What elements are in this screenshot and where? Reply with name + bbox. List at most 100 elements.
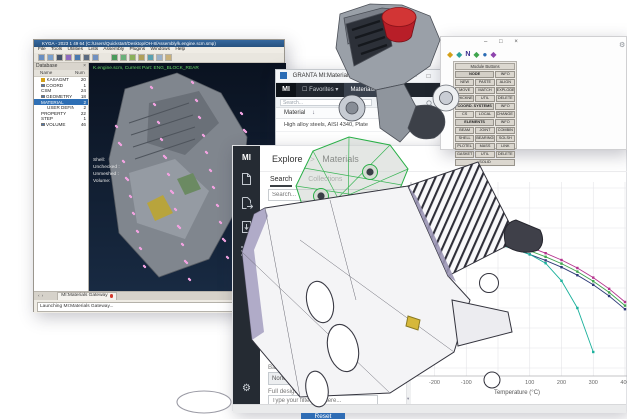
toolbar-icon[interactable] bbox=[129, 54, 136, 61]
diamond-icon[interactable]: ◆ bbox=[490, 50, 496, 59]
sort-asc-icon[interactable]: ↑ bbox=[417, 110, 420, 116]
module-button[interactable]: LOCAL bbox=[475, 111, 494, 118]
module-button[interactable]: MOVE bbox=[455, 87, 474, 94]
module-section-button[interactable]: ELEMENTS bbox=[455, 119, 494, 126]
menu-utilities[interactable]: Utilities bbox=[68, 47, 83, 52]
breadcrumb-current[interactable]: Materials bbox=[322, 154, 359, 164]
minimize-button[interactable]: – bbox=[484, 39, 492, 45]
column-material[interactable]: Material bbox=[284, 110, 305, 116]
module-info-button[interactable]: INFO bbox=[495, 103, 515, 110]
tab-materials[interactable]: Materials bbox=[344, 83, 380, 97]
document-icon[interactable] bbox=[240, 172, 253, 186]
tree-row[interactable]: PROPERTY 22 bbox=[34, 111, 88, 117]
module-button[interactable]: UTIL bbox=[475, 95, 494, 102]
gear-icon[interactable]: ⚙ bbox=[619, 41, 625, 49]
menu-plugins[interactable]: Plugins bbox=[129, 47, 145, 52]
circle-icon[interactable]: ● bbox=[483, 50, 488, 59]
search-input[interactable] bbox=[268, 189, 378, 201]
module-button[interactable]: MATCH bbox=[475, 87, 494, 94]
toolbar-icon[interactable] bbox=[120, 54, 127, 61]
toolbar-icon[interactable] bbox=[156, 54, 163, 61]
menu-windows[interactable]: Windows bbox=[151, 47, 170, 52]
module-section-button[interactable]: NODE bbox=[455, 71, 494, 78]
module-button[interactable]: SOLSH bbox=[496, 135, 515, 142]
tab-favorites[interactable]: ☐ Favorites ▾ bbox=[296, 83, 344, 97]
diamond-icon[interactable]: ◆ bbox=[473, 50, 479, 59]
diamond-icon[interactable]: ◆ bbox=[456, 50, 462, 59]
list-icon[interactable] bbox=[240, 244, 253, 258]
breadcrumb-root[interactable]: Explore bbox=[272, 154, 303, 164]
checkbox-icon[interactable] bbox=[41, 84, 45, 88]
toolbar-icon[interactable] bbox=[65, 54, 72, 61]
minimize-button[interactable]: – bbox=[413, 73, 421, 80]
menu-tools[interactable]: Tools bbox=[51, 47, 62, 52]
toolbar-icon[interactable] bbox=[47, 54, 54, 61]
tree-row[interactable]: VOLUME 46 bbox=[34, 122, 88, 128]
toolbar-icon[interactable] bbox=[92, 54, 99, 61]
module-button[interactable]: DELETE bbox=[496, 151, 515, 158]
maximize-button[interactable]: □ bbox=[426, 73, 434, 80]
module-button[interactable]: BEARINGS bbox=[475, 135, 494, 142]
module-button[interactable]: SOLID bbox=[455, 159, 515, 166]
gateway-table-row[interactable]: High alloy steels, AISI 4340, Plate Desi… bbox=[276, 119, 454, 132]
module-info-button[interactable]: INFO bbox=[495, 119, 515, 126]
maximize-button[interactable]: □ bbox=[499, 39, 508, 45]
module-button[interactable]: CS bbox=[455, 111, 474, 118]
toolbar-icon[interactable] bbox=[56, 54, 63, 61]
module-button[interactable]: EXPLODE bbox=[496, 87, 515, 94]
module-button[interactable]: BEAM bbox=[455, 127, 474, 134]
checkbox-icon[interactable] bbox=[41, 123, 45, 127]
module-button[interactable]: GASKET bbox=[455, 151, 474, 158]
close-icon[interactable]: × bbox=[83, 63, 88, 70]
module-button[interactable]: PLOTEL bbox=[455, 143, 474, 150]
preferred-material-select[interactable]: None selected ▾ bbox=[268, 294, 378, 307]
tree-row-selected[interactable]: MATERIAL 2 bbox=[34, 99, 88, 105]
tree-row[interactable]: KASAGMT 20 bbox=[34, 77, 88, 83]
module-button[interactable]: JOINT bbox=[475, 127, 494, 134]
base-material-select[interactable]: None selected ▾ bbox=[268, 372, 378, 385]
diamond-icon[interactable]: ◆ bbox=[447, 50, 453, 59]
toolbar-icon[interactable] bbox=[83, 54, 90, 61]
menu-file[interactable]: File bbox=[38, 47, 46, 52]
column-num[interactable]: Num bbox=[75, 70, 88, 76]
module-button[interactable]: DELETE bbox=[496, 95, 515, 102]
tree-row[interactable]: STEP 1 bbox=[34, 116, 88, 122]
record-origin-select[interactable]: None selected ▾ bbox=[268, 268, 378, 281]
tab-collections[interactable]: Collections bbox=[308, 174, 342, 187]
menu-lists[interactable]: Lists bbox=[88, 47, 98, 52]
toolbar-icon[interactable] bbox=[165, 54, 172, 61]
module-button[interactable]: MASS bbox=[475, 143, 494, 150]
sort-desc-icon[interactable]: ↓ bbox=[312, 110, 315, 116]
nastran-icon[interactable]: N bbox=[465, 51, 470, 58]
close-button[interactable]: × bbox=[514, 39, 523, 45]
module-info-button[interactable]: INFO bbox=[495, 71, 515, 78]
search-icon[interactable] bbox=[426, 100, 433, 107]
tab-search[interactable]: Search bbox=[270, 174, 292, 187]
module-button[interactable]: ALIGN bbox=[496, 79, 515, 86]
module-button[interactable]: PASTE bbox=[475, 79, 494, 86]
property-chart[interactable]: 35404550556065707580-200-100010020030040… bbox=[387, 172, 627, 404]
report-icon[interactable] bbox=[240, 220, 253, 234]
module-button[interactable]: THICKNESS bbox=[455, 95, 474, 102]
checkbox-icon[interactable] bbox=[41, 95, 45, 99]
collections-select[interactable]: None selected ▾ bbox=[268, 220, 378, 233]
menu-assembly[interactable]: Assembly bbox=[103, 47, 124, 52]
module-section-button[interactable]: COORD. SYSTEMS bbox=[455, 103, 494, 110]
column-table[interactable]: Table bbox=[398, 110, 412, 116]
toolbar-icon[interactable] bbox=[147, 54, 154, 61]
export-icon[interactable] bbox=[240, 196, 253, 210]
module-panel-title[interactable]: Module Buttons bbox=[455, 63, 515, 70]
material-class-select[interactable]: None selected ▾ bbox=[268, 320, 378, 333]
toolbar-icon[interactable] bbox=[138, 54, 145, 61]
filter-funnel-icon[interactable]: ▼ bbox=[380, 111, 384, 116]
module-button[interactable]: LINK bbox=[496, 143, 515, 150]
module-button[interactable]: NEW bbox=[455, 79, 474, 86]
module-button[interactable]: UTIL bbox=[475, 151, 494, 158]
gateway-search-input[interactable]: Search... bbox=[280, 99, 372, 106]
toolbar-icon[interactable] bbox=[38, 54, 45, 61]
tree-row[interactable]: CSM 24 bbox=[34, 88, 88, 94]
material-sub-class-select[interactable]: None selected ▾ bbox=[268, 346, 378, 359]
menu-help[interactable]: Help bbox=[175, 47, 185, 52]
settings-gear-icon[interactable]: ⚙ bbox=[233, 383, 260, 394]
tab-scroll-right-icon[interactable]: › bbox=[42, 294, 44, 299]
